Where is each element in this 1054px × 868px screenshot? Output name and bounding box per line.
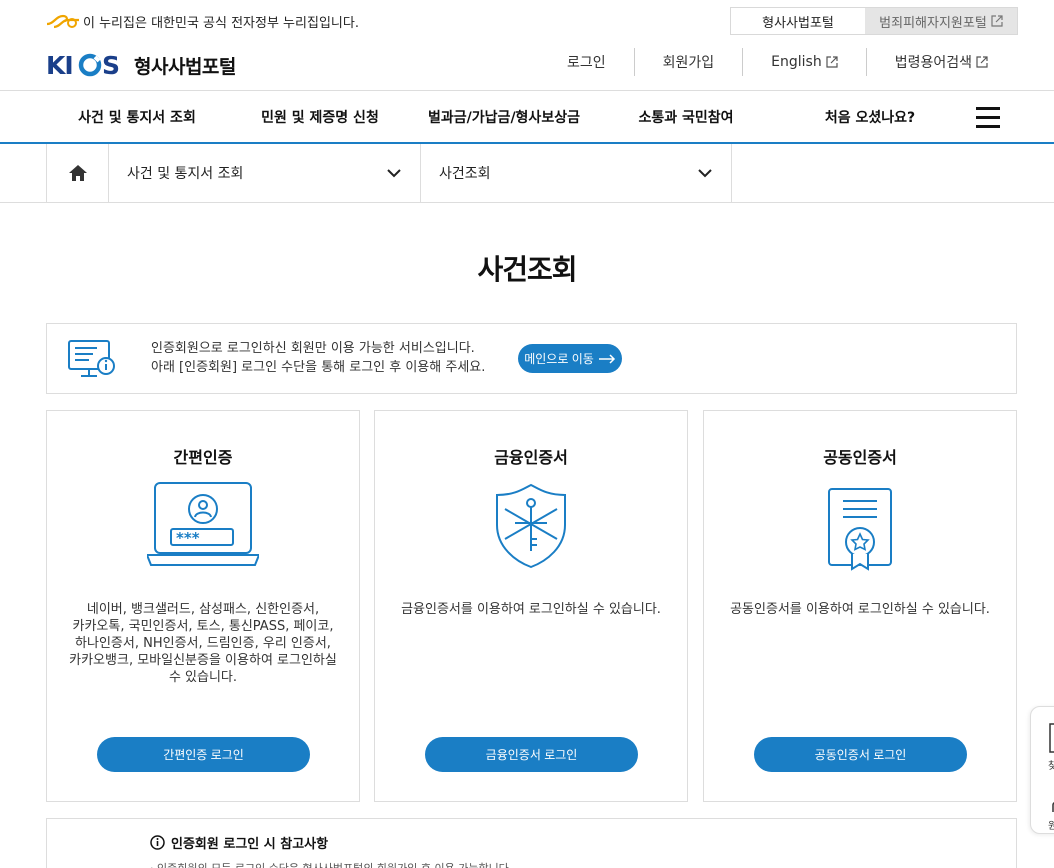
info-circle-icon (150, 835, 165, 850)
svg-text:KI: KI (46, 51, 73, 79)
home-icon (68, 165, 87, 181)
reference-title: 인증회원 로그인 시 참고사항 (150, 833, 328, 852)
financial-cert-login-button[interactable]: 금융인증서 로그인 (425, 737, 638, 772)
external-link-icon (991, 15, 1003, 27)
simple-auth-login-button[interactable]: 간편인증 로그인 (97, 737, 310, 772)
egov-logo-icon (46, 14, 79, 29)
reference-line: · 인증회원의 모든 로그인 수단은 형사사법포털의 회원가입 후 이용 가능합… (150, 860, 512, 868)
certificate-icon (828, 488, 892, 571)
tab-criminal-justice-portal[interactable]: 형사사법포털 (731, 8, 865, 34)
breadcrumb-select-level2[interactable]: 사건조회 (421, 144, 732, 202)
financial-cert-card: 금융인증서 금융인증서를 이용하여 로그인하실 수 있습니다. 금융인증서 로그… (374, 410, 688, 802)
arrow-right-icon (598, 353, 615, 364)
gov-bar: 이 누리집은 대한민국 공식 전자정부 누리집입니다. 형사사법포털 범죄피해자… (0, 0, 1054, 42)
gov-notice: 이 누리집은 대한민국 공식 전자정부 누리집입니다. (46, 11, 359, 31)
card-description: 공동인증서를 이용하여 로그인하실 수 있습니다. (730, 602, 990, 617)
site-logo[interactable]: KI S 형사사법포털 (46, 51, 236, 79)
external-link-icon (976, 56, 988, 68)
svg-text:S: S (102, 51, 119, 79)
menu-hamburger-icon[interactable] (976, 107, 1000, 129)
quick-menu-label[interactable]: 원격 (1048, 817, 1054, 832)
nav-fines-compensation[interactable]: 벌과금/가납금/형사보상금 (412, 91, 596, 143)
login-link[interactable]: 로그인 (539, 48, 634, 76)
card-title: 간편인증 (173, 448, 233, 467)
legal-term-search-link[interactable]: 법령용어검색 (865, 48, 1016, 76)
joint-cert-card: 공동인증서 공동인증서를 이용하여 로그인하실 수 있습니다. 공동인증서 로그… (703, 410, 1017, 802)
portal-tabs: 형사사법포털 범죄피해자지원포털 (730, 7, 1018, 35)
password-mask: *** (176, 529, 200, 547)
external-link-icon (826, 56, 838, 68)
nav-case-notice-lookup[interactable]: 사건 및 통지서 조회 (58, 91, 216, 143)
quick-menu-label[interactable]: 찾 (1048, 757, 1054, 772)
quick-menu-icon (1049, 723, 1054, 753)
login-reference-notes: 인증회원 로그인 시 참고사항 · 인증회원의 모든 로그인 수단은 형사사법포… (46, 818, 1017, 868)
tab-victim-support-portal[interactable]: 범죄피해자지원포털 (865, 8, 1017, 34)
nav-civil-petition[interactable]: 민원 및 제증명 신청 (240, 91, 400, 143)
monitor-info-icon (68, 340, 115, 377)
laptop-user-icon: *** (147, 482, 259, 566)
site-title: 형사사법포털 (134, 55, 236, 78)
card-description: 금융인증서를 이용하여 로그인하실 수 있습니다. (401, 602, 661, 617)
site-header: KI S 형사사법포털 로그인 회원가입 English 법령용어검색 (0, 42, 1054, 90)
card-title: 공동인증서 (823, 448, 897, 467)
chevron-down-icon (387, 169, 401, 178)
home-button[interactable] (46, 144, 109, 202)
kics-logo-mark-icon: KI S (46, 51, 120, 79)
auth-notice-box: 인증회원으로 로그인하신 회원만 이용 가능한 서비스입니다. 아래 [인증회원… (46, 323, 1017, 394)
shield-key-icon (496, 483, 566, 569)
utility-nav: 로그인 회원가입 English 법령용어검색 (539, 48, 1016, 76)
main-nav: 사건 및 통지서 조회 민원 및 제증명 신청 벌과금/가납금/형사보상금 소통… (0, 90, 1054, 144)
page-title: 사건조회 (477, 253, 577, 286)
simple-auth-card: 간편인증 *** 네이버, 뱅크샐러드, 삼성패스, 신한인증서, 카카오톡, … (46, 410, 360, 802)
english-link[interactable]: English (742, 48, 866, 76)
card-title: 금융인증서 (494, 448, 568, 467)
nav-first-visit[interactable]: 처음 오셨나요? (802, 91, 938, 143)
go-main-button[interactable]: 메인으로 이동 (518, 344, 622, 373)
chevron-down-icon (698, 169, 712, 178)
quick-menu: 찾 원격 (1030, 706, 1054, 834)
joint-cert-login-button[interactable]: 공동인증서 로그인 (754, 737, 967, 772)
card-description: 네이버, 뱅크샐러드, 삼성패스, 신한인증서, 카카오톡, 국민인증서, 토스… (69, 602, 337, 685)
breadcrumb-select-level1[interactable]: 사건 및 통지서 조회 (109, 144, 421, 202)
kics-logo: KI S (46, 51, 126, 79)
breadcrumb: 사건 및 통지서 조회 사건조회 (0, 144, 1054, 203)
signup-link[interactable]: 회원가입 (633, 48, 743, 76)
nav-communication[interactable]: 소통과 국민참여 (618, 91, 754, 143)
notice-text: 인증회원으로 로그인하신 회원만 이용 가능한 서비스입니다. 아래 [인증회원… (151, 341, 486, 375)
